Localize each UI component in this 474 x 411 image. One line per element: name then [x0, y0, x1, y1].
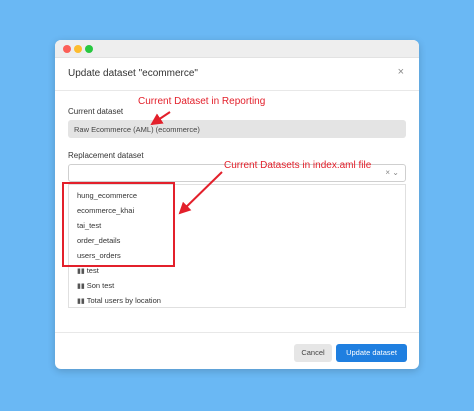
close-window-dot[interactable] — [63, 45, 71, 53]
annotation-highlight-box — [62, 182, 175, 267]
cancel-button[interactable]: Cancel — [294, 344, 332, 362]
window-titlebar — [55, 40, 419, 58]
report-list-item[interactable]: ▮▮ Son test — [77, 281, 114, 290]
dialog-header: Update dataset "ecommerce" × — [55, 58, 419, 91]
replacement-dataset-label: Replacement dataset — [68, 151, 144, 160]
report-label: Son test — [86, 281, 115, 290]
current-dataset-label: Current dataset — [68, 107, 124, 116]
report-list-item[interactable]: ▮▮ test — [77, 266, 99, 275]
update-dataset-button[interactable]: Update dataset — [336, 344, 407, 362]
report-list-item[interactable]: ▮▮ Total users by location — [77, 296, 161, 305]
dialog-footer: Cancel Update dataset — [55, 332, 419, 369]
maximize-window-dot[interactable] — [85, 45, 93, 53]
minimize-window-dot[interactable] — [74, 45, 82, 53]
annotation-replacement-datasets: Current Datasets in index.aml file — [224, 160, 372, 171]
report-label: Total users by location — [86, 296, 161, 305]
bar-chart-icon: ▮▮ — [77, 268, 85, 275]
bar-chart-icon: ▮▮ — [77, 283, 85, 290]
close-icon[interactable]: × — [398, 66, 404, 78]
clear-and-chevron-icon[interactable]: × ⌄ — [385, 168, 399, 177]
current-dataset-field: Raw Ecommerce (AML) (ecommerce) — [68, 120, 406, 138]
annotation-current-dataset: Current Dataset in Reporting — [138, 96, 266, 107]
bar-chart-icon: ▮▮ — [77, 298, 85, 305]
dialog-window: Update dataset "ecommerce" × Current dat… — [55, 40, 419, 369]
dialog-title: Update dataset "ecommerce" — [68, 68, 198, 79]
report-label: test — [86, 266, 99, 275]
